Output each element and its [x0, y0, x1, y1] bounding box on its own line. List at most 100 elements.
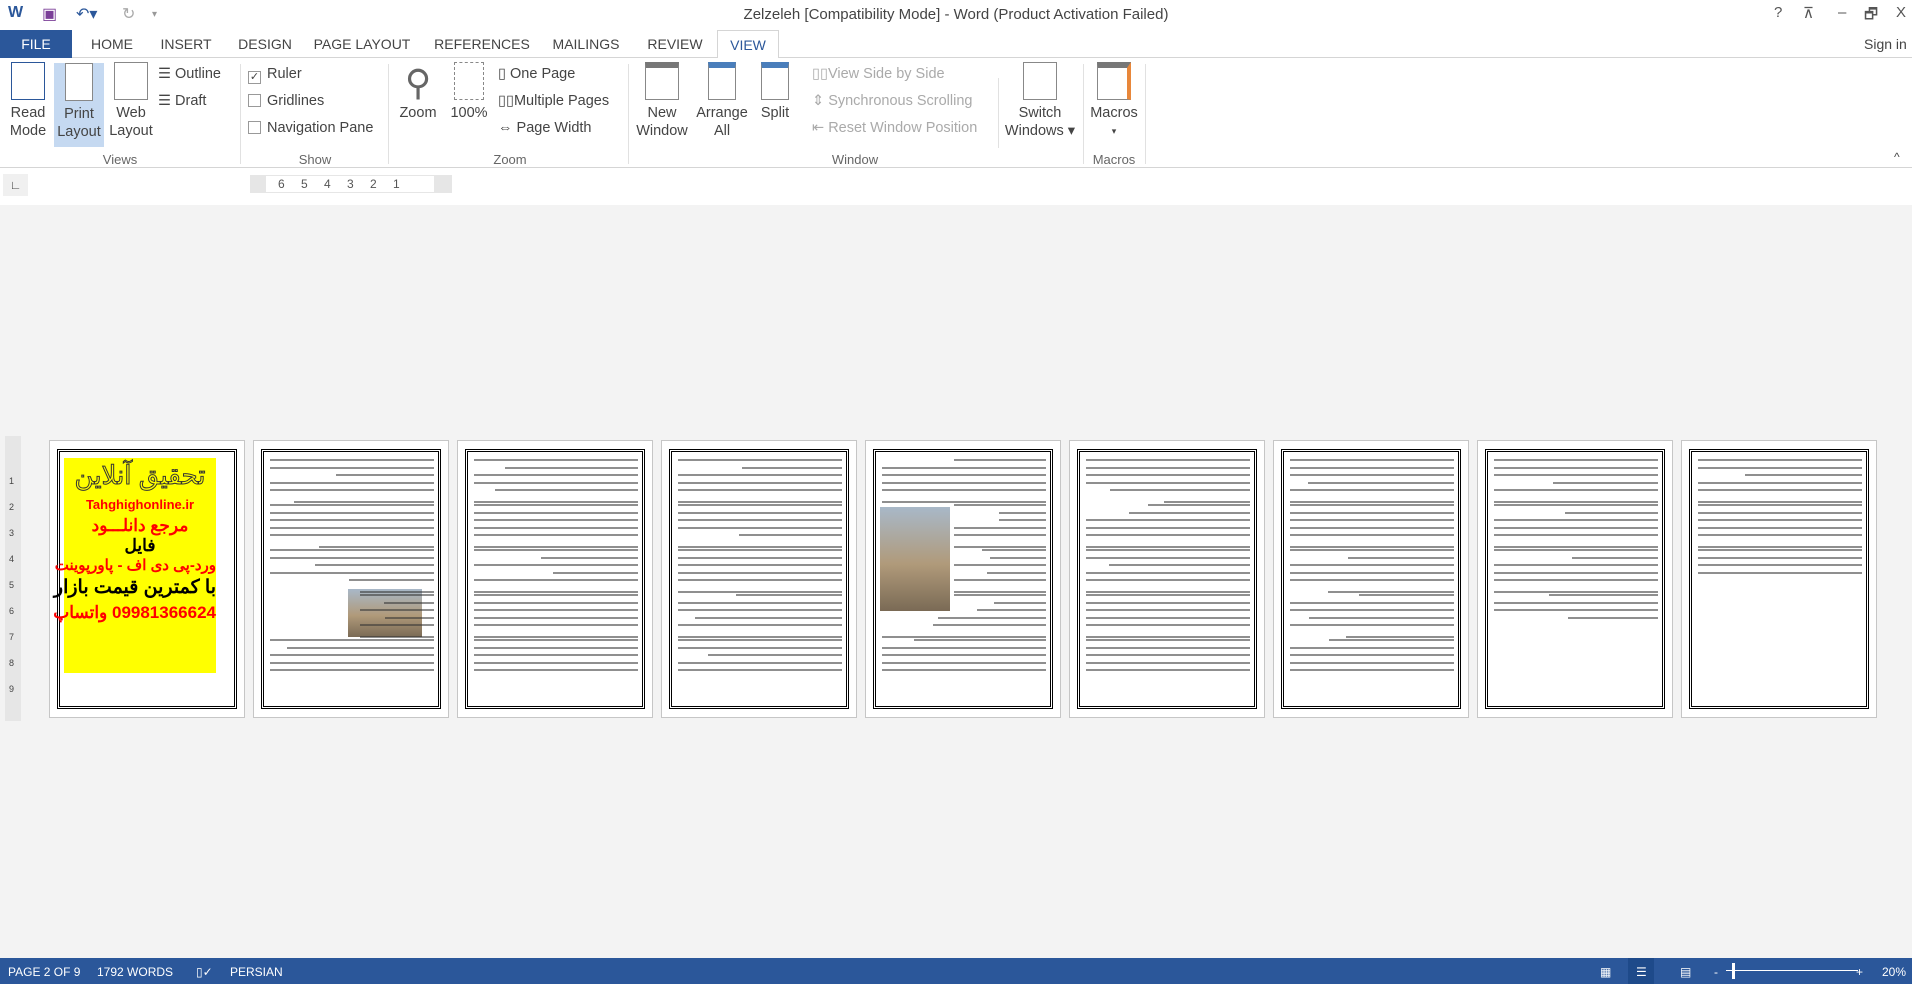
sign-in-link[interactable]: Sign in	[1864, 30, 1912, 58]
navigation-pane-checkbox[interactable]: Navigation Pane	[248, 120, 373, 136]
zoom-level[interactable]: 20%	[1882, 965, 1906, 979]
page-thumbnail[interactable]	[457, 440, 653, 718]
text-line	[678, 549, 842, 551]
text-line	[1086, 459, 1250, 461]
text-line	[474, 579, 638, 581]
text-line	[1698, 571, 1862, 574]
ruler-checkbox[interactable]: ✓ Ruler	[248, 66, 302, 84]
text-line	[1086, 646, 1250, 649]
maximize-button[interactable]: 🗗	[1864, 4, 1878, 29]
text-line	[1290, 489, 1454, 491]
zoom-in-button[interactable]: +	[1856, 965, 1863, 979]
page-thumbnail[interactable]	[1069, 440, 1265, 718]
tab-insert[interactable]: INSERT	[155, 30, 217, 58]
ruler-tick: 1	[393, 177, 400, 191]
text-line	[360, 635, 434, 638]
zoom-100-button[interactable]: 100%	[446, 62, 492, 122]
text-line	[1086, 661, 1250, 664]
page-width-button[interactable]: ⇔ Page Width	[498, 120, 592, 136]
multiple-pages-button[interactable]: ▯▯Multiple Pages	[498, 93, 609, 109]
draft-icon: ☰	[158, 93, 176, 109]
vertical-ruler[interactable]: 1 2 3 4 5 6 7 8 9	[5, 436, 21, 721]
tab-page-layout[interactable]: PAGE LAYOUT	[312, 30, 412, 58]
page-thumbnail[interactable]	[1273, 440, 1469, 718]
language-indicator[interactable]: PERSIAN	[230, 965, 283, 979]
split-button[interactable]: Split	[752, 62, 798, 122]
text-line	[270, 669, 434, 671]
web-layout-view-icon[interactable]: ▤	[1680, 965, 1691, 979]
page-thumbnail[interactable]	[1477, 440, 1673, 718]
page-count[interactable]: PAGE 2 OF 9	[8, 965, 80, 979]
print-layout-view-icon[interactable]: ☰	[1628, 958, 1654, 984]
zoom-out-button[interactable]: -	[1714, 965, 1718, 979]
text-line	[678, 624, 842, 626]
reset-window-position-button[interactable]: ⇤ Reset Window Position	[812, 120, 977, 136]
text-line	[1358, 594, 1454, 596]
switch-windows-button[interactable]: Switch Windows ▾	[1000, 62, 1080, 140]
text-line	[707, 654, 842, 656]
print-layout-button[interactable]: Print Layout	[54, 63, 104, 147]
text-line	[1308, 481, 1454, 484]
horizontal-ruler[interactable]: 6 5 4 3 2 1	[250, 175, 452, 193]
help-button[interactable]: ?	[1774, 4, 1782, 21]
page-thumbnail[interactable]	[1681, 440, 1877, 718]
side-by-side-icon: ▯▯	[812, 66, 828, 82]
new-window-button[interactable]: New Window	[632, 62, 692, 140]
page-thumbnail[interactable]	[253, 440, 449, 718]
tab-references[interactable]: REFERENCES	[432, 30, 532, 58]
arrange-all-button[interactable]: Arrange All	[692, 62, 752, 140]
text-line	[1494, 500, 1658, 503]
text-line	[474, 639, 638, 641]
collapse-ribbon-icon[interactable]: ^	[1894, 150, 1900, 164]
ribbon: Read Mode Print Layout Web Layout ☰ Outline…	[0, 58, 1912, 168]
text-line	[474, 474, 638, 476]
outline-button[interactable]: ☰ Outline	[158, 66, 221, 82]
minimize-button[interactable]: –	[1838, 4, 1846, 21]
text-line	[360, 609, 434, 611]
text-line	[1494, 526, 1658, 529]
tab-file[interactable]: FILE	[0, 30, 72, 58]
macros-group-label: Macros	[1092, 152, 1136, 167]
tab-review[interactable]: REVIEW	[640, 30, 710, 58]
tab-selector-button[interactable]: ∟	[3, 174, 28, 196]
text-line	[678, 601, 842, 604]
web-layout-button[interactable]: Web Layout	[106, 62, 156, 140]
read-mode-button[interactable]: Read Mode	[2, 62, 54, 140]
zoom-slider-thumb[interactable]	[1732, 963, 1735, 979]
text-line	[1290, 654, 1454, 656]
text-line	[270, 504, 434, 506]
tab-home[interactable]: HOME	[82, 30, 142, 58]
close-button[interactable]: X	[1896, 4, 1906, 21]
read-mode-view-icon[interactable]: ▦	[1600, 965, 1611, 979]
text-line	[678, 526, 842, 529]
page-thumbnail[interactable]	[865, 440, 1061, 718]
text-line	[1494, 579, 1658, 581]
word-count[interactable]: 1792 WORDS	[97, 965, 173, 979]
text-line	[1086, 639, 1250, 641]
text-line	[474, 534, 638, 536]
page-thumbnail[interactable]: تحقیق آنلاین Tahghighonline.ir مرجع دانلــ…	[49, 440, 245, 718]
synchronous-scrolling-button[interactable]: ⇕ Synchronous Scrolling	[812, 93, 972, 109]
text-line	[360, 594, 434, 596]
view-side-by-side-button[interactable]: ▯▯View Side by Side	[812, 66, 945, 82]
proofing-icon[interactable]: ▯✓	[196, 965, 213, 979]
gridlines-checkbox[interactable]: Gridlines	[248, 93, 324, 109]
tab-design[interactable]: DESIGN	[230, 30, 300, 58]
zoom-button[interactable]: ⚲ Zoom	[395, 62, 441, 122]
text-line	[474, 661, 638, 664]
text-line	[678, 519, 842, 521]
new-window-icon	[645, 62, 679, 100]
zoom-slider[interactable]	[1726, 970, 1858, 971]
text-line	[1698, 545, 1862, 548]
ribbon-display-options-button[interactable]: ⊼	[1803, 4, 1814, 22]
text-line	[1086, 654, 1250, 656]
tab-view[interactable]: VIEW	[717, 30, 779, 59]
text-line	[678, 579, 842, 581]
draft-button[interactable]: ☰ Draft	[158, 93, 206, 109]
text-line	[474, 594, 638, 596]
one-page-button[interactable]: ▯ One Page	[498, 66, 575, 82]
macros-button[interactable]: Macros ▾	[1086, 62, 1142, 140]
page-thumbnail[interactable]	[661, 440, 857, 718]
text-line	[1744, 474, 1862, 476]
tab-mailings[interactable]: MAILINGS	[546, 30, 626, 58]
